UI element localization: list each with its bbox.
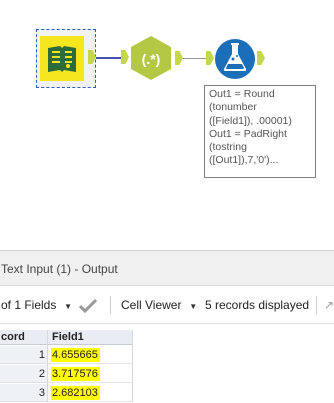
apply-fields-button[interactable] bbox=[78, 286, 98, 324]
cell-value: 4.655665 bbox=[51, 348, 100, 362]
column-divider bbox=[132, 330, 133, 402]
results-toolbar: of 1 Fields ▼ Cell Viewer ▼ 5 records di… bbox=[0, 286, 334, 324]
checkmark-icon bbox=[78, 298, 98, 313]
connector-input-regex[interactable] bbox=[96, 57, 122, 59]
regex-output-anchor[interactable] bbox=[175, 51, 183, 65]
fields-label: of 1 Fields bbox=[1, 298, 57, 312]
regex-icon: (.*) bbox=[131, 36, 171, 80]
formula-flask-icon bbox=[215, 39, 255, 79]
column-divider bbox=[47, 330, 48, 402]
workflow-canvas[interactable]: (.*) Out1 = Round (tonumber ([Field1]), … bbox=[0, 0, 334, 250]
book-input-icon bbox=[40, 36, 84, 81]
export-arrow-icon[interactable]: ↗ bbox=[324, 286, 334, 324]
cell-viewer-label: Cell Viewer bbox=[121, 298, 182, 312]
table-cell[interactable]: 4.655665 bbox=[48, 346, 132, 364]
table-cell[interactable]: 3.717576 bbox=[48, 365, 132, 383]
results-title: Text Input (1) - Output bbox=[0, 250, 334, 286]
regex-tool[interactable]: (.*) bbox=[128, 35, 174, 81]
text-input-tool[interactable] bbox=[40, 36, 84, 81]
chevron-down-icon: ▼ bbox=[184, 302, 198, 311]
toolbar-divider bbox=[110, 296, 111, 314]
row-number: 3 bbox=[0, 384, 47, 402]
results-panel: Text Input (1) - Output of 1 Fields ▼ Ce… bbox=[0, 250, 334, 403]
formula-tool[interactable] bbox=[213, 35, 257, 81]
records-displayed: 5 records displayed bbox=[205, 298, 310, 312]
chevron-down-icon: ▼ bbox=[59, 302, 73, 311]
row-number: 2 bbox=[0, 365, 47, 383]
svg-text:(.*): (.*) bbox=[142, 51, 161, 67]
cell-viewer-dropdown[interactable]: Cell Viewer ▼ bbox=[121, 286, 197, 324]
column-header-record[interactable]: cord bbox=[0, 330, 47, 345]
column-header-field1[interactable]: Field1 bbox=[48, 330, 132, 345]
connector-regex-formula[interactable] bbox=[183, 58, 208, 59]
cell-value: 3.717576 bbox=[51, 367, 100, 381]
toolbar-divider bbox=[316, 296, 317, 314]
formula-output-anchor[interactable] bbox=[257, 51, 265, 65]
row-number: 1 bbox=[0, 346, 47, 364]
fields-selector[interactable]: of 1 Fields ▼ bbox=[1, 286, 72, 324]
table-cell[interactable]: 2.682103 bbox=[48, 384, 132, 402]
cell-value: 2.682103 bbox=[51, 386, 100, 400]
formula-annotation: Out1 = Round (tonumber ([Field1]), .0000… bbox=[204, 85, 316, 178]
